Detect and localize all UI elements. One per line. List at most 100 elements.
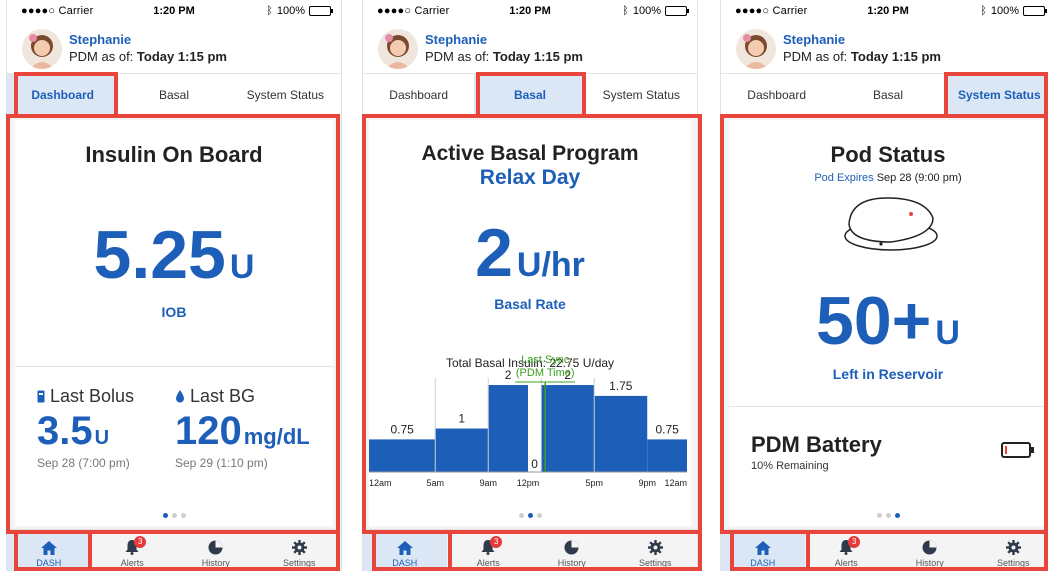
nav-alerts[interactable]: 3 Alerts xyxy=(91,530,175,571)
iob-number: 5.25 xyxy=(93,217,226,293)
nav-history[interactable]: History xyxy=(888,530,972,571)
bolus-icon xyxy=(37,390,45,403)
nav-settings-label: Settings xyxy=(638,558,672,568)
nav-dash[interactable]: DASH xyxy=(363,530,447,571)
home-icon xyxy=(40,541,57,555)
reservoir-unit: U xyxy=(935,314,960,352)
basal-number: 2 xyxy=(475,215,513,291)
nav-alerts-label: Alerts xyxy=(834,558,858,568)
pdm-sync-time: PDM as of: Today 1:15 pm xyxy=(783,49,941,64)
pdm-prefix: PDM as of: xyxy=(69,49,137,64)
tab-basal[interactable]: Basal xyxy=(118,74,229,115)
user-name: Stephanie xyxy=(425,32,488,47)
tab-dashboard[interactable]: Dashboard xyxy=(7,74,119,115)
pod-device-icon xyxy=(844,197,938,251)
nav-dash[interactable]: DASH xyxy=(7,530,91,571)
basal-bar xyxy=(488,385,528,472)
battery-percent: 100% xyxy=(276,5,305,17)
alerts-badge: 3 xyxy=(848,536,861,548)
tab-basal[interactable]: Basal xyxy=(832,74,943,115)
user-name: Stephanie xyxy=(69,32,132,47)
pdm-sync-time: PDM as of: Today 1:15 pm xyxy=(69,49,227,64)
gear-icon xyxy=(647,540,663,555)
nav-dash-label: DASH xyxy=(36,558,62,568)
home-icon xyxy=(754,541,771,555)
tab-system-status[interactable]: System Status xyxy=(943,74,1048,115)
reservoir-number: 50+ xyxy=(816,283,932,359)
basal-value-label: 1 xyxy=(458,412,465,426)
nav-alerts-label: Alerts xyxy=(476,558,500,568)
nav-alerts[interactable]: 3 Alerts xyxy=(805,530,889,571)
nav-history-label: History xyxy=(201,558,230,568)
nav-settings-label: Settings xyxy=(996,558,1030,568)
iob-card: Insulin On Board 5.25 U IOB Last Bolus 3.… xyxy=(15,120,333,526)
basal-program-name: Relax Day xyxy=(479,166,581,189)
nav-dash-label: DASH xyxy=(750,558,776,568)
basal-value-label: 2 xyxy=(505,368,512,382)
nav-dash[interactable]: DASH xyxy=(721,530,805,571)
last-bg-date: Sep 29 (1:10 pm) xyxy=(175,456,268,470)
user-header: Stephanie PDM as of: Today 1:15 pm xyxy=(721,22,1048,74)
low-battery-icon xyxy=(1001,442,1034,458)
bg-unit: mg/dL xyxy=(243,424,310,449)
nav-history-label: History xyxy=(557,558,586,568)
x-tick-label: 5am xyxy=(426,478,444,488)
basal-bar xyxy=(594,395,648,472)
reservoir-value: 50+ U xyxy=(729,282,1047,360)
pdm-prefix: PDM as of: xyxy=(783,49,851,64)
card-title: Insulin On Board xyxy=(85,142,263,167)
bottom-nav: DASH 3 Alerts History Settings xyxy=(721,529,1048,571)
x-tick-label: 5pm xyxy=(585,478,603,488)
avatar[interactable] xyxy=(22,29,62,69)
bottom-nav: DASH 3 Alerts History Settings xyxy=(363,529,697,571)
basal-rate-label: Basal Rate xyxy=(494,296,566,312)
gear-icon xyxy=(1005,540,1021,555)
card-title: Active Basal Program xyxy=(421,142,639,165)
battery-percent: 100% xyxy=(632,5,661,17)
divider xyxy=(15,366,333,367)
basal-bar xyxy=(435,428,489,472)
basal-card: Active Basal Program Relax Day 2 U/hr Bas… xyxy=(369,120,691,526)
nav-settings[interactable]: Settings xyxy=(258,530,342,571)
x-tick-label: 12pm xyxy=(517,478,540,488)
nav-settings[interactable]: Settings xyxy=(614,530,698,571)
last-bolus-text: Last Bolus xyxy=(50,386,135,406)
pod-expires: Pod Expires Sep 28 (9:00 pm) xyxy=(729,172,1047,184)
phone-system-status: ●●●●○ Carrier 1:20 PM ᛒ 100% Stephanie P… xyxy=(720,0,1048,571)
iob-unit: U xyxy=(229,248,255,286)
last-bolus[interactable]: Last Bolus 3.5 U Sep 28 (7:00 pm) xyxy=(37,386,134,470)
tab-dashboard[interactable]: Dashboard xyxy=(721,74,832,115)
bluetooth-icon: ᛒ xyxy=(622,5,629,17)
nav-alerts[interactable]: 3 Alerts xyxy=(447,530,531,571)
bolus-unit: U xyxy=(94,427,110,449)
tab-system-status[interactable]: System Status xyxy=(230,74,341,115)
status-bar: ●●●●○ Carrier 1:20 PM ᛒ 100% xyxy=(7,0,341,22)
nav-settings-label: Settings xyxy=(282,558,316,568)
user-name: Stephanie xyxy=(783,32,846,47)
avatar[interactable] xyxy=(378,29,418,69)
pdm-time: Today 1:15 pm xyxy=(492,49,583,64)
last-bg-value: 120mg/dL xyxy=(175,409,310,454)
alerts-badge: 3 xyxy=(490,536,503,548)
nav-history[interactable]: History xyxy=(174,530,258,571)
pie-chart-icon xyxy=(922,540,937,555)
battery-percent: 100% xyxy=(990,5,1019,17)
tab-system-status[interactable]: System Status xyxy=(586,74,697,115)
gear-icon xyxy=(291,540,307,555)
iob-label: IOB xyxy=(161,304,187,320)
basal-unit: U/hr xyxy=(516,246,585,284)
status-bar: ●●●●○ Carrier 1:20 PM ᛒ 100% xyxy=(363,0,697,22)
nav-settings[interactable]: Settings xyxy=(972,530,1048,571)
last-bg[interactable]: Last BG 120mg/dL Sep 29 (1:10 pm) xyxy=(175,386,310,470)
tab-dashboard[interactable]: Dashboard xyxy=(363,74,474,115)
tab-basal[interactable]: Basal xyxy=(474,74,586,115)
pie-chart-icon xyxy=(564,540,579,555)
avatar[interactable] xyxy=(736,29,776,69)
pdm-time: Today 1:15 pm xyxy=(850,49,941,64)
bluetooth-icon: ᛒ xyxy=(980,5,987,17)
pdm-prefix: PDM as of: xyxy=(425,49,493,64)
last-bg-label: Last BG xyxy=(175,386,310,407)
last-bolus-label: Last Bolus xyxy=(37,386,134,407)
pdm-battery-title: PDM Battery xyxy=(751,432,882,457)
nav-history[interactable]: History xyxy=(530,530,614,571)
